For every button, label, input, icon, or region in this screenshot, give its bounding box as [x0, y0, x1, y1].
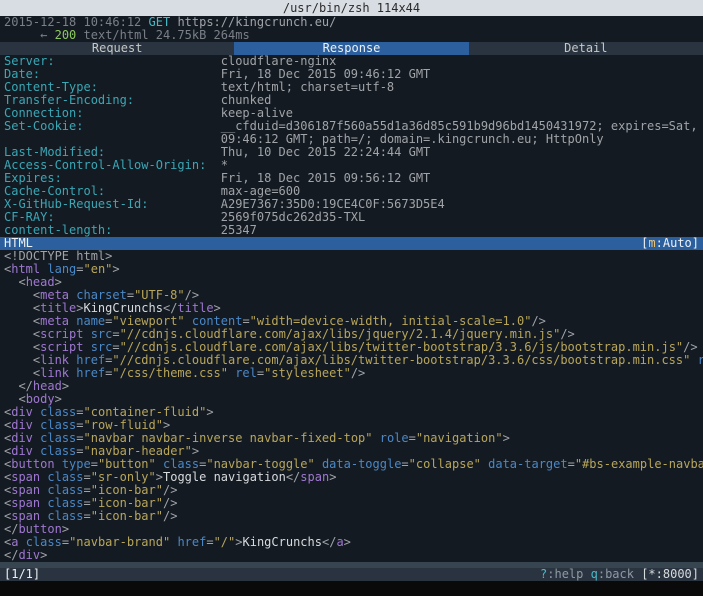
header-value: text/html; charset=utf-8	[221, 80, 394, 94]
http-method: GET	[149, 15, 171, 29]
header-value: chunked	[221, 93, 272, 107]
header-value: max-age=600	[221, 184, 300, 198]
header-key: Expires:	[4, 171, 221, 185]
body-line: </head>	[0, 380, 703, 393]
header-key: Date:	[4, 67, 221, 81]
status-code: 200	[55, 28, 77, 42]
status-hints: ?:help q:back [*:8000]	[540, 568, 699, 581]
header-value: 25347	[221, 223, 257, 237]
header-value: Thu, 10 Dec 2015 22:24:44 GMT	[221, 145, 431, 159]
header-value: A29E7367:35D0:19CE4C0F:5673D5E4	[221, 197, 445, 211]
header-key: Server:	[4, 54, 221, 68]
status-bar: [1/1] ?:help q:back [*:8000]	[0, 568, 703, 581]
header-key	[4, 132, 221, 146]
flow-position: [1/1]	[4, 568, 40, 581]
header-key: content-length:	[4, 223, 221, 237]
header-value: 09:46:12 GMT; path=/; domain=.kingcrunch…	[221, 132, 604, 146]
tab-detail[interactable]: Detail	[469, 42, 703, 55]
response-body[interactable]: <!DOCTYPE html><html lang="en"> <head> <…	[0, 250, 703, 562]
window-titlebar: /usr/bin/zsh 114x44	[0, 0, 703, 16]
header-key: CF-RAY:	[4, 210, 221, 224]
header-value: Fri, 18 Dec 2015 09:46:12 GMT	[221, 67, 431, 81]
header-key: Transfer-Encoding:	[4, 93, 221, 107]
request-url: https://kingcrunch.eu/	[177, 15, 336, 29]
header-value: keep-alive	[221, 106, 293, 120]
header-key: Set-Cookie:	[4, 119, 221, 133]
header-row: content-length: 25347	[0, 224, 703, 237]
body-line: <a class="navbar-brand" href="/">KingCru…	[0, 536, 703, 549]
timestamp: 2015-12-18 10:46:12	[4, 15, 141, 29]
body-line: </div>	[0, 549, 703, 562]
header-value: Fri, 18 Dec 2015 09:56:12 GMT	[221, 171, 431, 185]
header-key: X-GitHub-Request-Id:	[4, 197, 221, 211]
arrow-icon: ←	[4, 28, 47, 42]
header-key: Content-Type:	[4, 80, 221, 94]
header-key: Access-Control-Allow-Origin:	[4, 158, 221, 172]
response-meta: text/html 24.75kB 264ms	[84, 28, 250, 42]
body-line: <html lang="en">	[0, 263, 703, 276]
header-key: Cache-Control:	[4, 184, 221, 198]
body-mode: [m:Auto]	[641, 237, 699, 250]
header-value: 2569f075dc262d35-TXL	[221, 210, 366, 224]
response-headers: Server: cloudflare-nginxDate: Fri, 18 De…	[0, 55, 703, 237]
body-line: <link href="/css/theme.css" rel="stylesh…	[0, 367, 703, 380]
header-key: Connection:	[4, 106, 221, 120]
body-line: <span class="icon-bar"/>	[0, 510, 703, 523]
terminal-body: 2015-12-18 10:46:12 GET https://kingcrun…	[0, 16, 703, 581]
header-value: cloudflare-nginx	[221, 54, 337, 68]
header-value: *	[221, 158, 228, 172]
header-key: Last-Modified:	[4, 145, 221, 159]
header-value: __cfduid=d306187f560a55d1a36d85c591b9d96…	[221, 119, 703, 133]
